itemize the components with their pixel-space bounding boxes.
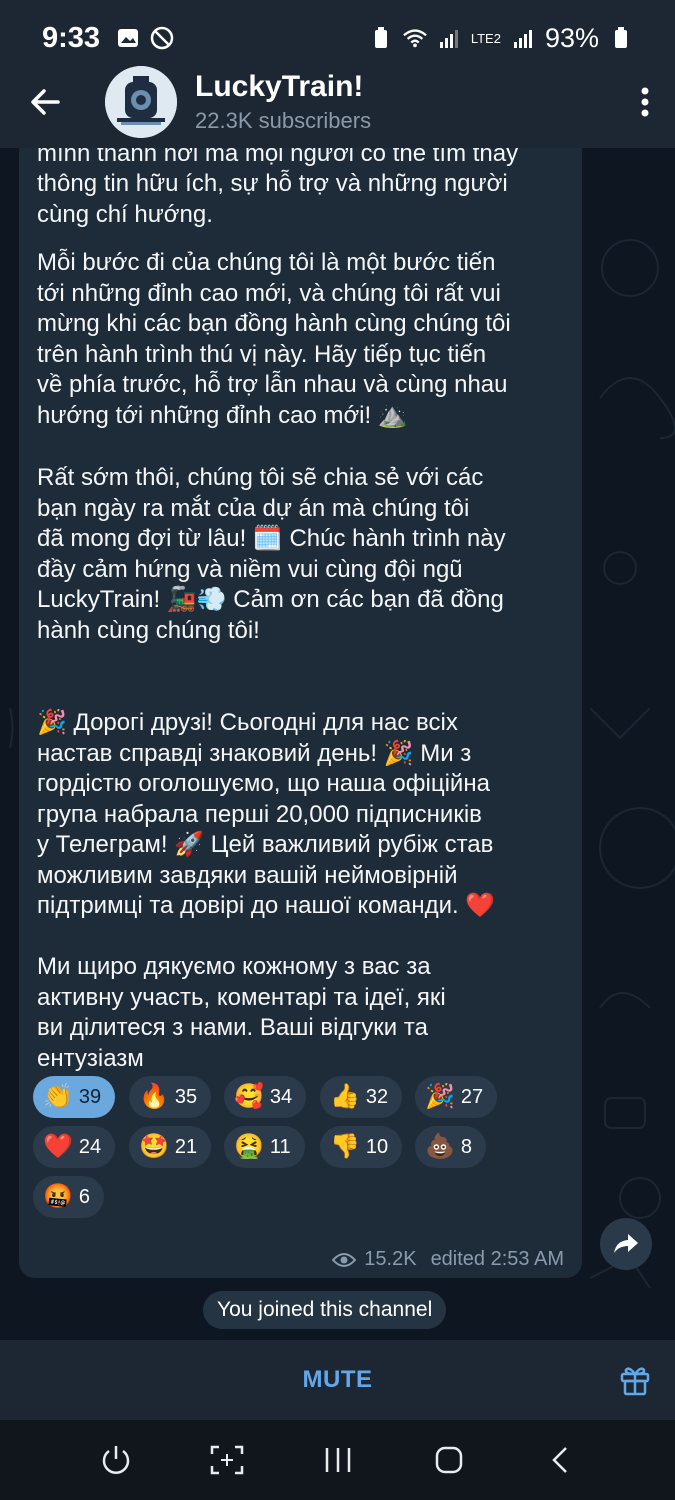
power-icon	[102, 1446, 129, 1474]
status-time: 9:33	[42, 21, 101, 54]
back-button[interactable]	[0, 56, 90, 148]
home-icon	[435, 1446, 462, 1474]
reaction-heart[interactable]: ❤️ 24	[33, 1126, 116, 1168]
system-nav-bar	[0, 1420, 675, 1500]
screenshot-button[interactable]	[202, 1435, 252, 1485]
do-not-disturb-icon	[150, 26, 174, 50]
signal-icon	[437, 26, 461, 50]
capture-icon	[210, 1445, 243, 1475]
battery-icon	[609, 26, 633, 50]
reaction-clap[interactable]: 👏 39	[33, 1076, 116, 1118]
reaction-star-struck[interactable]: 🤩 21	[129, 1126, 212, 1168]
gift-button[interactable]	[615, 1360, 655, 1400]
views-count: 15.2K	[364, 1248, 417, 1270]
recent-apps-button[interactable]	[313, 1435, 363, 1485]
message-paragraph-4: 🎉 Дорогі друзі! Сьогодні для нас всіх на…	[37, 709, 496, 919]
message-meta: 15.2K edited 2:53 AM	[332, 1248, 564, 1271]
channel-title: LuckyTrain!	[195, 70, 364, 103]
status-right-icons: LTE2 93%	[369, 23, 633, 54]
joined-channel-notice: You joined this channel	[203, 1291, 447, 1329]
edited-time: edited 2:53 AM	[430, 1248, 564, 1270]
reaction-thumbs-down[interactable]: 👎 10	[320, 1126, 403, 1168]
channel-title-block[interactable]: LuckyTrain! 22.3K subscribers	[195, 70, 371, 134]
reaction-vomit[interactable]: 🤮 11	[224, 1126, 305, 1168]
reaction-thumbs-up[interactable]: 👍 32	[320, 1076, 403, 1118]
signal-2-icon	[511, 26, 535, 50]
recents-icon	[325, 1448, 350, 1472]
battery-percent: 93%	[544, 22, 599, 53]
chat-header: LuckyTrain! 22.3K subscribers	[0, 56, 675, 148]
power-button[interactable]	[91, 1435, 141, 1485]
message-paragraph-3: Rất sớm thôi, chúng tôi sẽ chia sẻ với c…	[37, 464, 506, 644]
mute-button[interactable]: MUTE	[303, 1366, 373, 1394]
network-type: LTE2	[470, 30, 501, 46]
message-bubble[interactable]: tới đang nỗ lực hết mình để biến nhóm củ…	[19, 148, 582, 1278]
reaction-cursing[interactable]: 🤬 6	[33, 1176, 105, 1218]
battery-saver-icon	[369, 26, 393, 50]
channel-bottom-bar: MUTE	[0, 1340, 675, 1420]
status-left-icons	[116, 26, 174, 50]
home-button[interactable]	[424, 1435, 474, 1485]
gift-icon	[620, 1367, 650, 1396]
more-vertical-icon	[641, 87, 649, 117]
chat-area[interactable]: tới đang nỗ lực hết mình để biến nhóm củ…	[0, 148, 675, 1340]
train-logo-icon	[105, 66, 177, 138]
wifi-icon	[403, 26, 427, 50]
system-back-button[interactable]	[535, 1435, 585, 1485]
chevron-left-icon	[551, 1447, 567, 1473]
reaction-party[interactable]: 🎉 27	[415, 1076, 498, 1118]
reaction-poop[interactable]: 💩 8	[415, 1126, 487, 1168]
channel-avatar[interactable]	[105, 66, 177, 138]
message-paragraph-5: Ми щиро дякуємо кожному з вас за активну…	[37, 953, 446, 1072]
share-button[interactable]	[600, 1218, 652, 1270]
message-paragraph-1: tới đang nỗ lực hết mình để biến nhóm củ…	[37, 148, 519, 228]
reaction-fire[interactable]: 🔥 35	[129, 1076, 212, 1118]
back-arrow-icon	[31, 89, 60, 115]
share-arrow-icon	[614, 1234, 638, 1253]
subscriber-count: 22.3K subscribers	[195, 108, 372, 133]
views-eye-icon	[332, 1252, 357, 1268]
gallery-icon	[116, 26, 140, 50]
message-paragraph-2: Mỗi bước đi của chúng tôi là một bước ti…	[37, 249, 511, 429]
reaction-smiling-hearts[interactable]: 🥰 34	[224, 1076, 307, 1118]
more-options-button[interactable]	[615, 56, 675, 148]
